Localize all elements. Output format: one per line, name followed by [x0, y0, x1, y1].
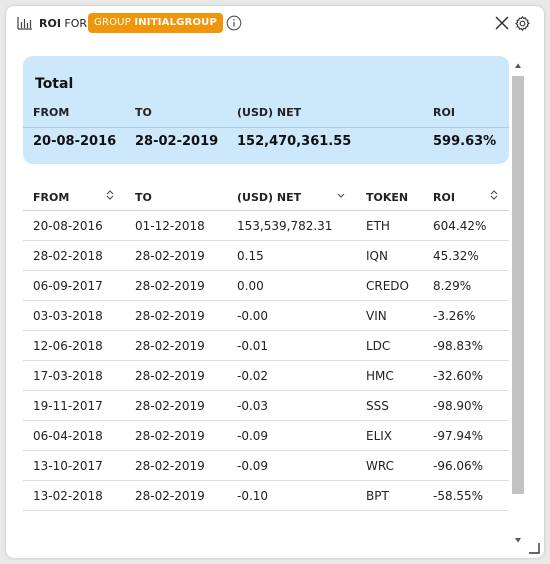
- group-badge-prefix: GROUP: [94, 17, 131, 28]
- cell-to: 28-02-2019: [135, 399, 205, 413]
- cell-token: CREDO: [366, 279, 409, 293]
- cell-net: -0.02: [237, 369, 269, 383]
- sort-descending-icon[interactable]: [336, 191, 346, 203]
- cell-roi: -97.94%: [433, 429, 484, 443]
- scrollbar-thumb[interactable]: [512, 76, 524, 494]
- total-header-to: TO: [135, 106, 152, 119]
- cell-token: LDC: [366, 339, 391, 353]
- cell-net: -0.09: [237, 429, 269, 443]
- cell-to: 01-12-2018: [135, 219, 205, 233]
- column-header-net[interactable]: (USD) NET: [237, 191, 301, 204]
- total-from-value: 20-08-2016: [33, 134, 117, 149]
- content-scroll-area[interactable]: Total FROM TO (USD) NET ROI 20-08-2016 2…: [6, 46, 544, 558]
- scroll-down-arrow-icon[interactable]: [514, 536, 522, 544]
- cell-net: -0.10: [237, 489, 269, 503]
- cell-from: 13-10-2017: [33, 459, 103, 473]
- total-to-value: 28-02-2019: [135, 134, 219, 149]
- cell-net: -0.00: [237, 309, 269, 323]
- cell-from: 28-02-2018: [33, 249, 103, 263]
- cell-from: 06-04-2018: [33, 429, 103, 443]
- total-header-roi: ROI: [433, 106, 455, 119]
- table-row[interactable]: 20-08-2016 01-12-2018 153,539,782.31 ETH 604…: [23, 211, 509, 241]
- cell-to: 28-02-2019: [135, 249, 205, 263]
- cell-roi: -98.90%: [433, 399, 484, 413]
- cell-roi: 8.29%: [433, 279, 472, 293]
- cell-roi: 45.32%: [433, 249, 479, 263]
- cell-token: IQN: [366, 249, 388, 263]
- column-header-from[interactable]: FROM: [33, 191, 69, 204]
- cell-roi: 604.42%: [433, 219, 487, 233]
- table-row[interactable]: 03-03-2018 28-02-2019 -0.00 VIN -3.26%: [23, 301, 509, 331]
- bar-chart-icon: [17, 17, 32, 30]
- gear-icon[interactable]: [514, 15, 531, 32]
- cell-token: BPT: [366, 489, 389, 503]
- cell-to: 28-02-2019: [135, 309, 205, 323]
- table-row[interactable]: 13-10-2017 28-02-2019 -0.09 WRC -96.06%: [23, 451, 509, 481]
- cell-from: 12-06-2018: [33, 339, 103, 353]
- cell-token: ETH: [366, 219, 390, 233]
- table-header: FROM TO (USD) NET TOKEN ROI: [23, 182, 509, 211]
- vertical-scrollbar[interactable]: [512, 60, 524, 550]
- cell-token: WRC: [366, 459, 394, 473]
- cell-from: 13-02-2018: [33, 489, 103, 503]
- cell-roi: -96.06%: [433, 459, 484, 473]
- sort-toggle-icon[interactable]: [489, 189, 499, 201]
- info-icon[interactable]: [226, 15, 242, 31]
- cell-to: 28-02-2019: [135, 459, 205, 473]
- column-header-token[interactable]: TOKEN: [366, 191, 408, 204]
- cell-from: 03-03-2018: [33, 309, 103, 323]
- table-row[interactable]: 12-06-2018 28-02-2019 -0.01 LDC -98.83%: [23, 331, 509, 361]
- cell-net: -0.01: [237, 339, 269, 353]
- cell-to: 28-02-2019: [135, 369, 205, 383]
- column-header-roi[interactable]: ROI: [433, 191, 455, 204]
- total-header-from: FROM: [33, 106, 70, 119]
- resize-handle-icon[interactable]: [528, 542, 540, 554]
- table-row[interactable]: 28-02-2018 28-02-2019 0.15 IQN 45.32%: [23, 241, 509, 271]
- cell-roi: -32.60%: [433, 369, 484, 383]
- total-roi-value: 599.63%: [433, 134, 497, 149]
- cell-net: 0.15: [237, 249, 264, 263]
- table-row[interactable]: 13-02-2018 28-02-2019 -0.10 BPT -58.55%: [23, 481, 509, 511]
- total-summary-card: Total FROM TO (USD) NET ROI 20-08-2016 2…: [23, 56, 509, 164]
- group-badge-name: INITIALGROUP: [134, 17, 218, 28]
- total-header-net: (USD) NET: [237, 106, 302, 119]
- cell-to: 28-02-2019: [135, 429, 205, 443]
- cell-roi: -98.83%: [433, 339, 484, 353]
- cell-roi: -3.26%: [433, 309, 476, 323]
- cell-from: 20-08-2016: [33, 219, 103, 233]
- total-net-value: 152,470,361.55: [237, 134, 352, 149]
- group-badge[interactable]: GROUP INITIALGROUP: [88, 13, 224, 33]
- total-divider: [23, 127, 509, 128]
- close-icon[interactable]: [494, 15, 510, 31]
- table-row[interactable]: 06-04-2018 28-02-2019 -0.09 ELIX -97.94%: [23, 421, 509, 451]
- cell-from: 19-11-2017: [33, 399, 103, 413]
- title-for: FOR: [64, 17, 88, 30]
- cell-from: 06-09-2017: [33, 279, 103, 293]
- table-row[interactable]: 19-11-2017 28-02-2019 -0.03 SSS -98.90%: [23, 391, 509, 421]
- cell-net: -0.09: [237, 459, 269, 473]
- cell-net: 153,539,782.31: [237, 219, 333, 233]
- cell-to: 28-02-2019: [135, 279, 205, 293]
- cell-roi: -58.55%: [433, 489, 484, 503]
- cell-token: SSS: [366, 399, 389, 413]
- widget-header: ROI FOR GROUP INITIALGROUP: [6, 6, 544, 40]
- scroll-up-arrow-icon[interactable]: [514, 62, 522, 70]
- total-title: Total: [35, 76, 74, 92]
- cell-to: 28-02-2019: [135, 489, 205, 503]
- cell-to: 28-02-2019: [135, 339, 205, 353]
- table-row[interactable]: 06-09-2017 28-02-2019 0.00 CREDO 8.29%: [23, 271, 509, 301]
- title-roi: ROI: [39, 17, 61, 30]
- cell-net: -0.03: [237, 399, 269, 413]
- table-row[interactable]: 17-03-2018 28-02-2019 -0.02 HMC -32.60%: [23, 361, 509, 391]
- sort-toggle-icon[interactable]: [105, 189, 115, 201]
- cell-token: HMC: [366, 369, 394, 383]
- cell-token: ELIX: [366, 429, 393, 443]
- cell-token: VIN: [366, 309, 387, 323]
- cell-from: 17-03-2018: [33, 369, 103, 383]
- roi-widget: ROI FOR GROUP INITIALGROUP Total FROM TO…: [6, 6, 544, 558]
- column-header-to[interactable]: TO: [135, 191, 152, 204]
- table-body: 20-08-2016 01-12-2018 153,539,782.31 ETH 604…: [23, 211, 509, 511]
- widget-title: ROI FOR: [39, 17, 87, 30]
- cell-net: 0.00: [237, 279, 264, 293]
